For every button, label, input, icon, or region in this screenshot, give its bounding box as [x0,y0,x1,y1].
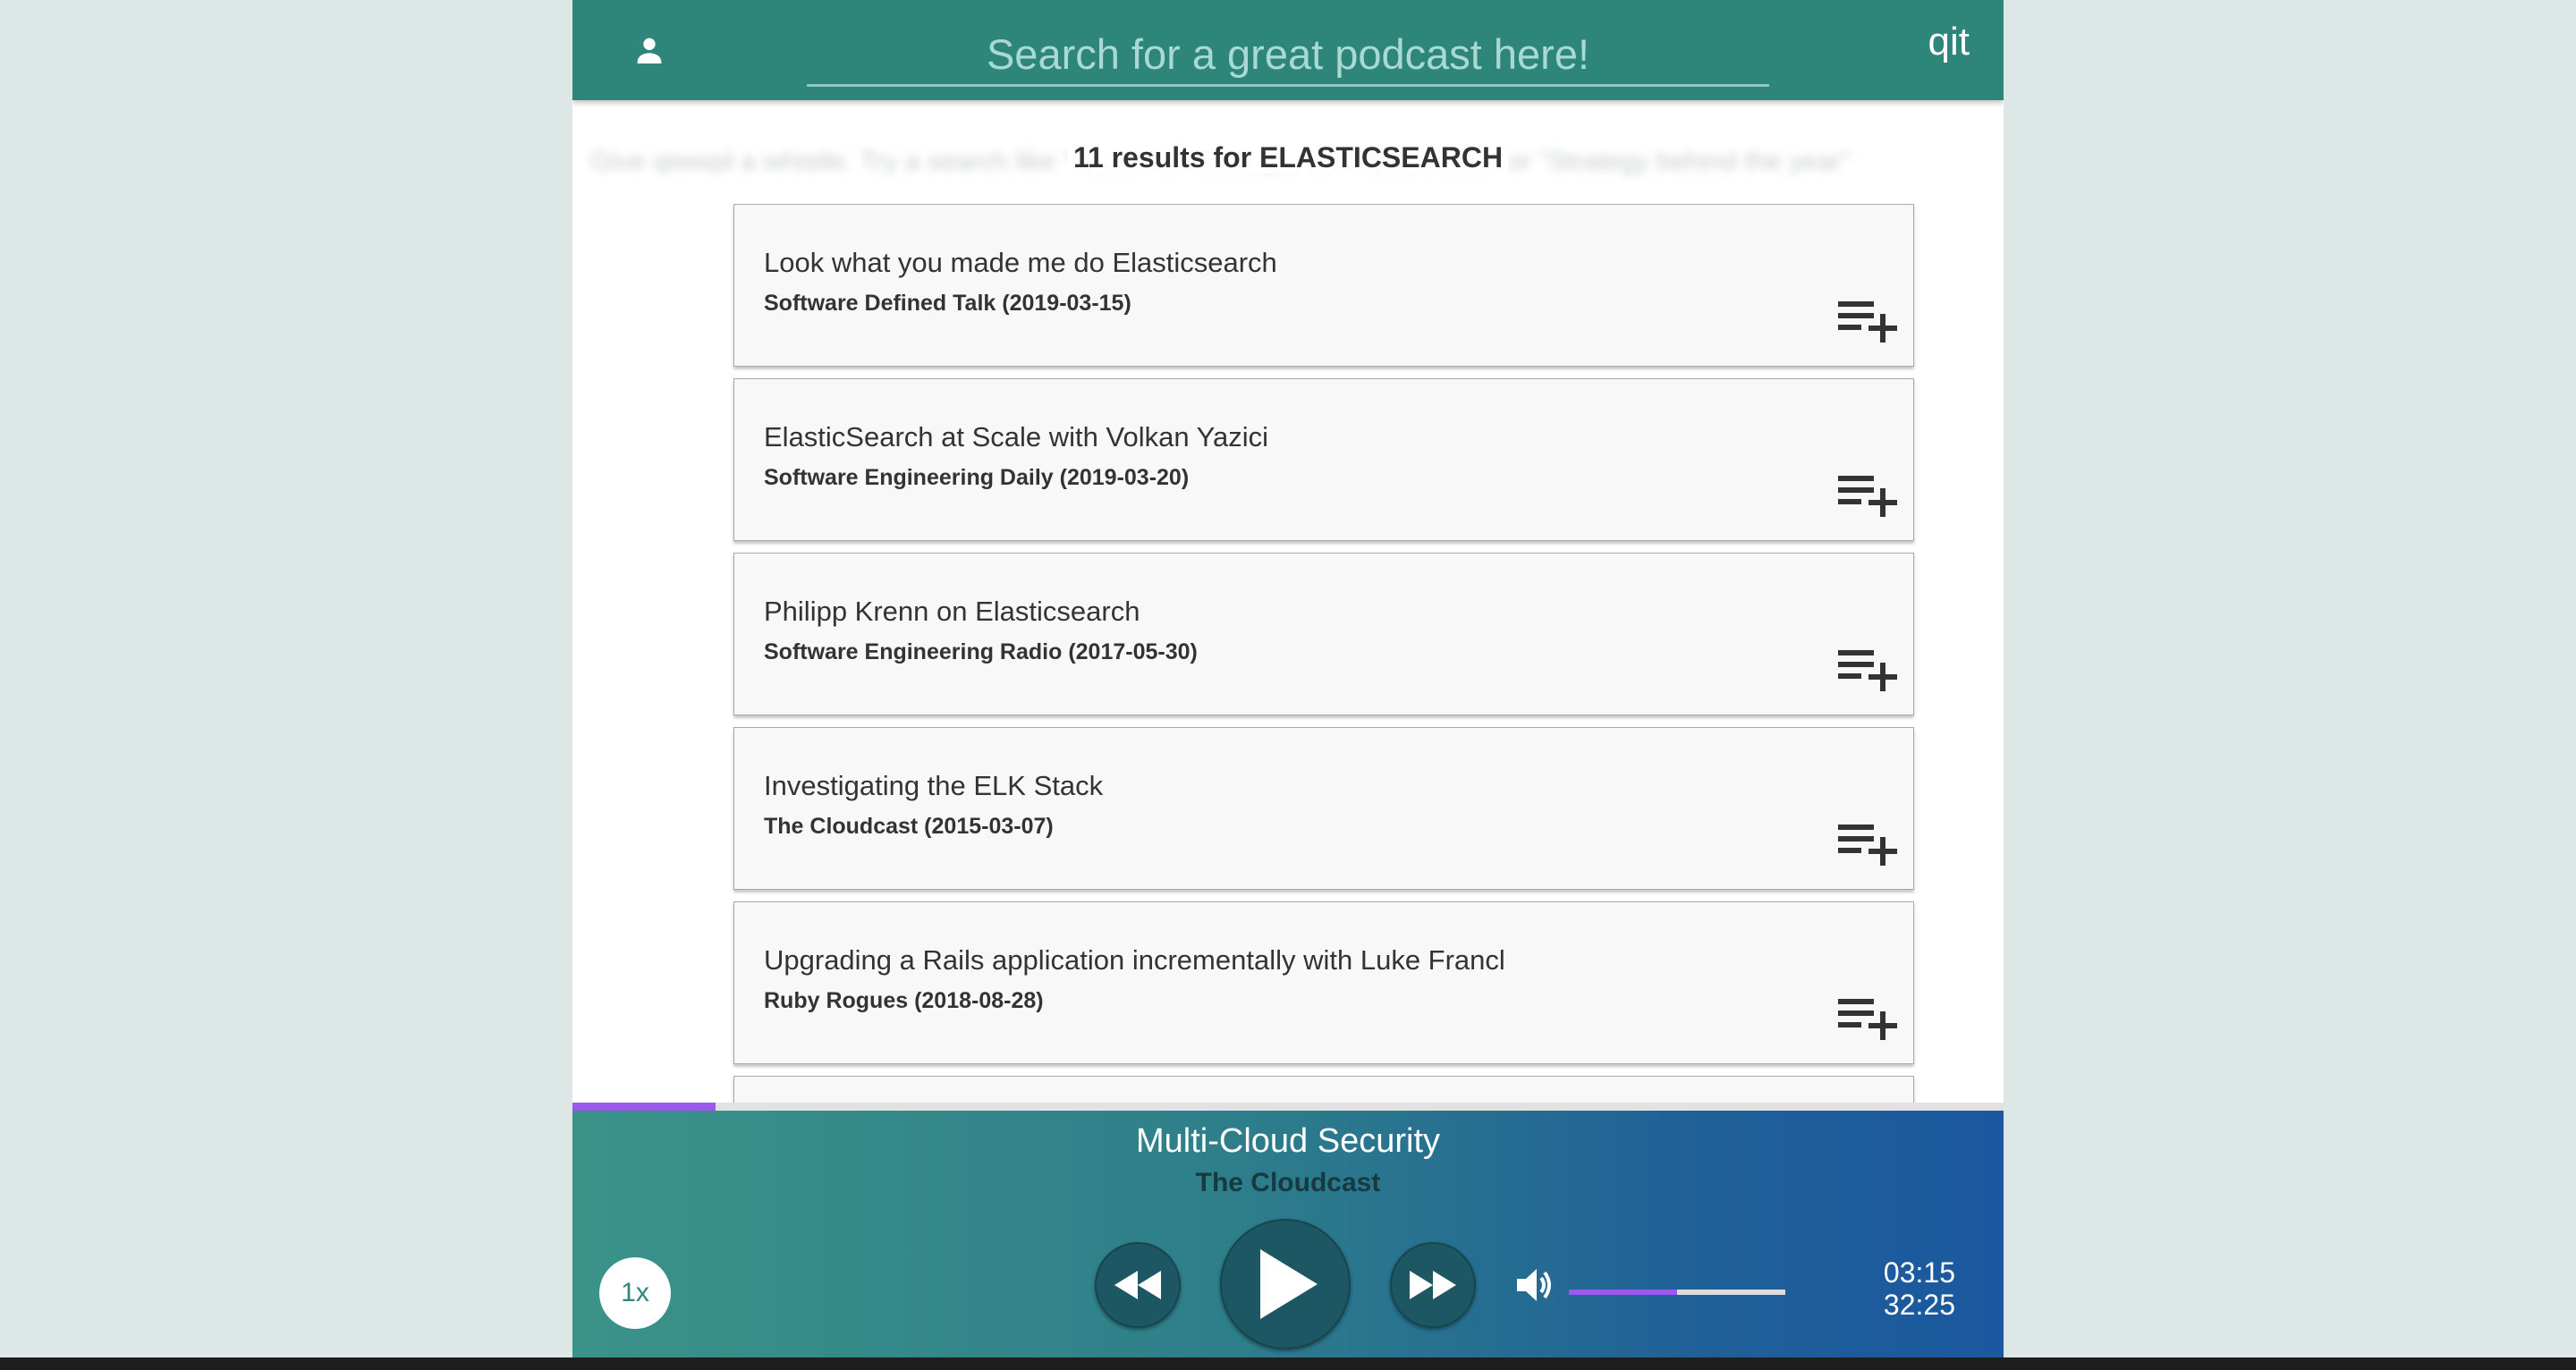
playlist-add-icon[interactable] [1838,647,1897,691]
fast-forward-button[interactable] [1390,1242,1476,1328]
episode-subtitle: Software Engineering Radio (2017-05-30) [764,639,1198,664]
episode-subtitle: The Cloudcast (2015-03-07) [764,814,1054,839]
person-icon [637,38,662,63]
top-app-bar: qit [572,0,2004,100]
result-card[interactable]: Investigating the ELK Stack The Cloudcas… [733,727,1914,890]
play-button[interactable] [1220,1219,1351,1349]
now-playing-show: The Cloudcast [1195,1168,1381,1197]
rewind-button[interactable] [1095,1242,1181,1328]
results-heading-text: 11 results for ELASTICSEARCH [1067,141,1509,173]
playlist-add-icon[interactable] [1838,298,1897,342]
total-duration: 32:25 [1883,1289,1955,1321]
episode-title: ElasticSearch at Scale with Volkan Yazic… [764,421,1269,452]
episode-title: Upgrading a Rails application incrementa… [764,944,1505,976]
episode-title: Investigating the ELK Stack [764,770,1104,801]
audio-player: Multi-Cloud Security The Cloudcast 1x 03… [572,1111,2004,1357]
result-card[interactable]: Look what you made me do Elasticsearch S… [733,204,1914,367]
episode-title: Philipp Krenn on Elasticsearch [764,596,1140,627]
search-input[interactable] [807,23,1769,84]
now-playing-title: Multi-Cloud Security [1136,1122,1440,1160]
episode-title: Look what you made me do Elasticsearch [764,247,1277,278]
window-bottom-edge [0,1357,2576,1370]
episode-progress-bar[interactable] [572,1103,2004,1111]
result-card[interactable]: Philipp Krenn on Elasticsearch Software … [733,553,1914,715]
result-card[interactable]: Upgrading a Rails application incrementa… [733,901,1914,1064]
volume-slider[interactable] [1569,1290,1785,1295]
volume-icon[interactable] [1515,1266,1556,1304]
episode-progress-fill [572,1103,716,1111]
current-time: 03:15 [1883,1256,1955,1289]
results-heading: 11 results for ELASTICSEARCH [572,141,2004,174]
rewind-icon [1114,1271,1161,1299]
search-field [807,23,1769,87]
play-icon [1260,1249,1318,1319]
app-logo[interactable]: qit [1928,20,1970,64]
user-profile-button[interactable] [626,27,673,73]
volume-slider-fill [1569,1290,1677,1295]
playlist-add-icon[interactable] [1838,821,1897,866]
episode-subtitle: Software Defined Talk (2019-03-15) [764,291,1131,316]
playlist-add-icon[interactable] [1838,472,1897,517]
results-list: Look what you made me do Elasticsearch S… [733,204,1914,1250]
episode-subtitle: Software Engineering Daily (2019-03-20) [764,465,1190,490]
playback-speed-button[interactable]: 1x [599,1257,671,1329]
fast-forward-icon [1410,1271,1456,1299]
app-window: qit Give qiwwpl a whistle. Try a search … [572,0,2004,1357]
playback-time: 03:15 32:25 [1884,1256,1955,1321]
result-card[interactable]: ElasticSearch at Scale with Volkan Yazic… [733,378,1914,541]
episode-subtitle: Ruby Rogues (2018-08-28) [764,988,1044,1013]
playlist-add-icon[interactable] [1838,995,1897,1040]
